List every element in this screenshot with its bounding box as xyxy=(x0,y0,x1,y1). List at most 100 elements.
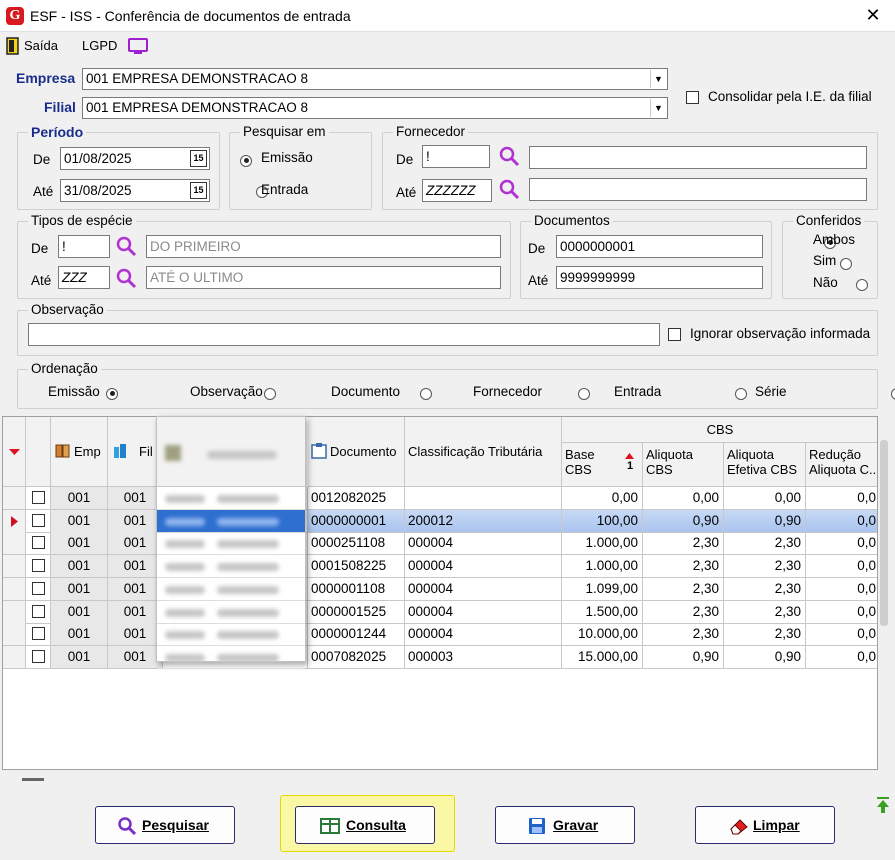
search-icon[interactable] xyxy=(116,236,138,258)
row-checkbox[interactable] xyxy=(26,623,51,647)
eraser-icon xyxy=(730,819,748,835)
col-aliquota[interactable]: Aliquota CBS xyxy=(643,443,724,487)
row-checkbox[interactable] xyxy=(26,577,51,601)
consolidar-label: Consolidar pela I.E. da filial xyxy=(708,89,872,104)
close-icon[interactable]: ✕ xyxy=(862,4,884,26)
cell-documento: 0000001525 xyxy=(308,600,405,624)
chevron-down-icon[interactable]: ▼ xyxy=(650,70,666,88)
row-checkbox[interactable] xyxy=(26,600,51,624)
empresa-select[interactable]: 001 EMPRESA DEMONSTRACAO 8 ▼ xyxy=(82,68,668,90)
cell-documento: 0000001108 xyxy=(308,577,405,601)
search-icon[interactable] xyxy=(499,179,521,201)
grid-scrollbar[interactable] xyxy=(880,440,888,626)
splitter-handle[interactable] xyxy=(22,778,44,781)
fornecedor-cell-blurred xyxy=(157,487,305,510)
cell-reducao: 0,0 xyxy=(806,555,877,579)
cell-aliquota: 0,00 xyxy=(643,487,724,510)
fornecedor-ate-name[interactable] xyxy=(529,178,867,201)
col-fornecedor[interactable] xyxy=(157,417,305,487)
row-check[interactable] xyxy=(32,627,45,641)
radio-nao[interactable] xyxy=(855,278,868,291)
search-icon[interactable] xyxy=(116,268,138,290)
fornecedor-cell-blurred xyxy=(157,623,305,647)
radio-emissao[interactable] xyxy=(240,154,252,167)
cell-aliquota: 2,30 xyxy=(643,623,724,647)
radio-ord-documento-label: Documento xyxy=(331,384,401,399)
col-documento[interactable]: Documento xyxy=(308,417,405,487)
limpar-label: Limpar xyxy=(753,817,800,833)
pesquisar-button[interactable]: Pesquisar xyxy=(95,806,235,844)
col-base-cbs[interactable]: Base CBS 1 xyxy=(562,443,643,487)
radio-ord-observacao[interactable] xyxy=(263,387,276,400)
row-check[interactable] xyxy=(32,513,45,527)
fornecedor-de-value: ! xyxy=(426,149,430,164)
row-check[interactable] xyxy=(32,491,45,504)
row-check[interactable] xyxy=(32,604,45,618)
calendar-icon[interactable]: 15 xyxy=(190,182,207,199)
tipos-de-input[interactable]: ! xyxy=(58,235,110,258)
radio-ord-serie[interactable] xyxy=(891,387,895,400)
col-fil-label: Fil xyxy=(139,444,153,459)
tipos-ate-input[interactable]: ZZZ xyxy=(58,266,110,289)
row-checkbox[interactable] xyxy=(26,532,51,556)
pesquisar-em-title: Pesquisar em xyxy=(240,124,329,139)
arrow-up-top-icon[interactable] xyxy=(876,796,890,814)
cell-aliq-efetiva: 2,30 xyxy=(724,532,806,556)
col-aliq-efetiva[interactable]: Aliquota Efetiva CBS xyxy=(724,443,806,487)
tipos-de-label: De xyxy=(31,241,49,256)
filial-select[interactable]: 001 EMPRESA DEMONSTRACAO 8 ▼ xyxy=(82,97,668,119)
documents-grid[interactable]: Emp Fil Documento Classificação Tributár… xyxy=(2,416,878,770)
radio-ord-entrada-label: Entrada xyxy=(614,384,662,399)
monitor-icon xyxy=(128,38,148,54)
fornecedor-cell-blurred xyxy=(157,601,305,624)
documentos-ate-input[interactable]: 9999999999 xyxy=(556,266,763,289)
consulta-button[interactable]: Consulta xyxy=(295,806,435,844)
col-classificacao[interactable]: Classificação Tributária xyxy=(405,417,562,487)
limpar-button[interactable]: Limpar xyxy=(695,806,835,844)
radio-ord-documento[interactable] xyxy=(420,387,433,400)
cell-documento: 0007082025 xyxy=(308,645,405,669)
periodo-de-input[interactable]: 01/08/2025 15 xyxy=(60,147,210,170)
periodo-ate-input[interactable]: 31/08/2025 15 xyxy=(60,179,210,202)
row-checkbox[interactable] xyxy=(26,555,51,579)
cell-base-cbs: 10.000,00 xyxy=(562,623,643,647)
check-header[interactable] xyxy=(26,417,51,487)
ignorar-observacao-checkbox[interactable] xyxy=(668,328,681,341)
col-emp[interactable]: Emp xyxy=(51,417,108,487)
row-indicator xyxy=(3,600,26,624)
observacao-input[interactable] xyxy=(28,323,660,346)
lgpd-button[interactable]: LGPD xyxy=(82,35,152,57)
tipos-ate-label: Até xyxy=(31,273,52,288)
cell-documento: 0012082025 xyxy=(308,487,405,510)
cell-emp: 001 xyxy=(51,645,108,669)
row-check[interactable] xyxy=(32,559,45,573)
consolidar-checkbox[interactable] xyxy=(686,91,699,104)
documentos-de-input[interactable]: 0000000001 xyxy=(556,235,763,258)
fornecedor-de-name[interactable] xyxy=(529,146,867,169)
row-checkbox[interactable] xyxy=(26,509,51,533)
radio-sim-label: Sim xyxy=(813,253,837,268)
radio-ord-fornecedor[interactable] xyxy=(578,387,590,400)
calendar-icon[interactable]: 15 xyxy=(190,150,207,167)
col-fil[interactable]: Fil xyxy=(108,417,163,487)
col-reducao[interactable]: Redução Aliquota C... xyxy=(806,443,877,487)
ordenacao-title: Ordenação xyxy=(28,361,101,376)
exit-button[interactable]: Saída xyxy=(6,35,66,57)
row-check[interactable] xyxy=(32,649,45,663)
documentos-ate-label: Até xyxy=(528,273,549,288)
radio-sim[interactable] xyxy=(839,257,852,270)
cell-documento: 0000000001 xyxy=(308,509,405,533)
fornecedor-ate-input[interactable]: ZZZZZZ xyxy=(422,179,492,202)
radio-ord-entrada[interactable] xyxy=(734,387,747,400)
radio-ord-fornecedor-label: Fornecedor xyxy=(473,384,543,399)
row-check[interactable] xyxy=(32,581,45,595)
row-checkbox[interactable] xyxy=(26,645,51,669)
gravar-button[interactable]: Gravar xyxy=(495,806,635,844)
search-icon[interactable] xyxy=(499,146,521,168)
row-checkbox[interactable] xyxy=(26,487,51,510)
fornecedor-de-input[interactable]: ! xyxy=(422,145,490,168)
radio-ord-emissao[interactable] xyxy=(106,387,119,400)
row-check[interactable] xyxy=(32,536,45,550)
row-indicator xyxy=(3,532,26,556)
chevron-down-icon[interactable]: ▼ xyxy=(650,99,666,117)
